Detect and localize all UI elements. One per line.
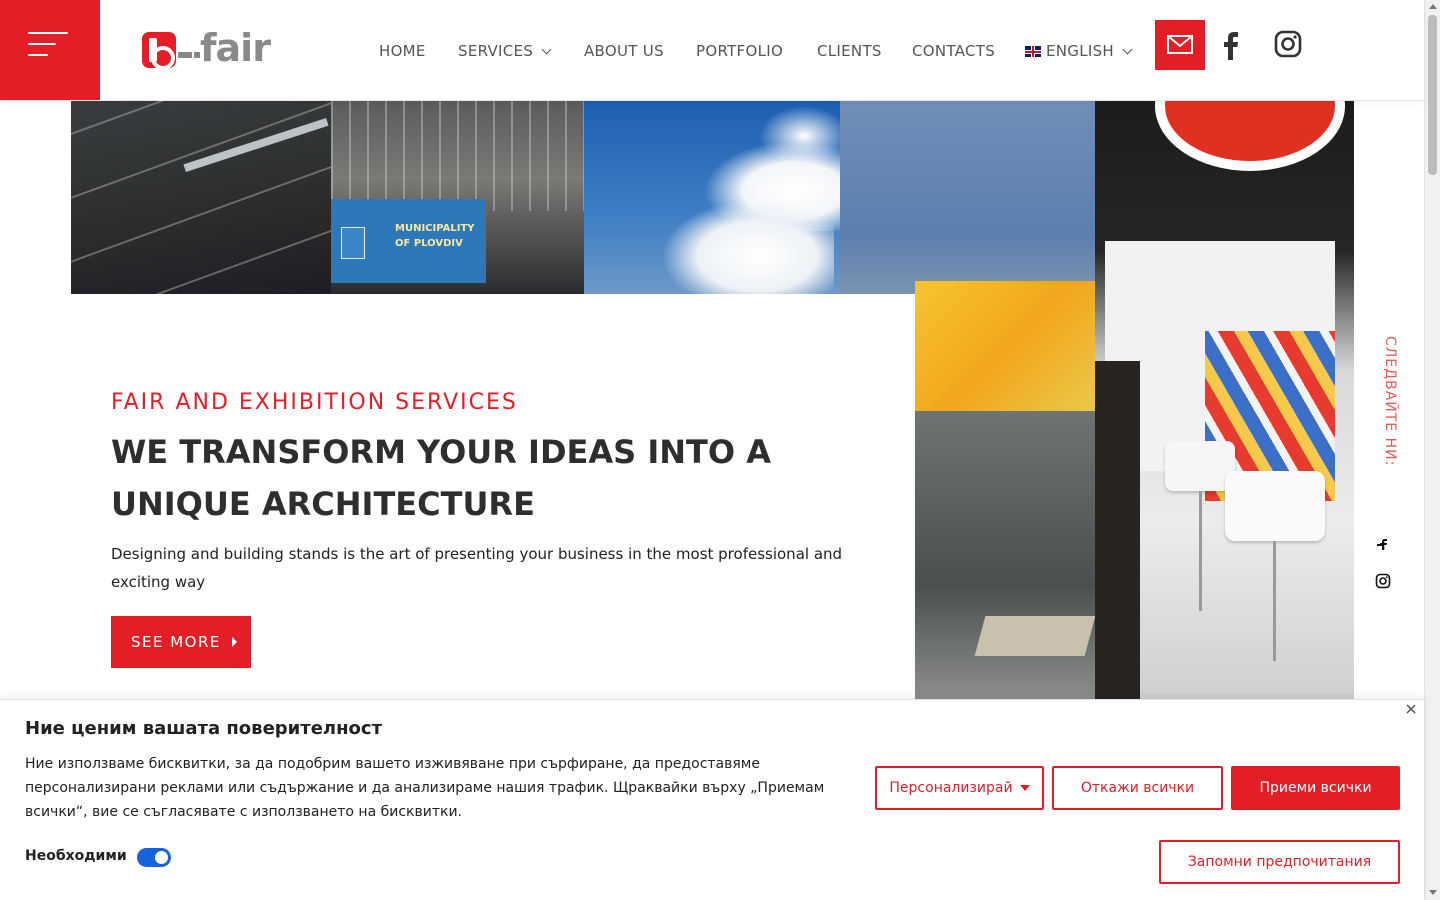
hero-image-exhibition-hall [71, 101, 331, 294]
logo-text: fair [200, 26, 271, 70]
logo-mark-icon [142, 32, 176, 70]
see-more-button[interactable]: SEE MORE [111, 616, 251, 668]
caret-down-icon [1019, 785, 1030, 791]
site-header: fair HOME SERVICES ABOUT US PORTFOLIO CL… [0, 0, 1424, 101]
red-sign [1155, 101, 1345, 171]
language-switcher[interactable]: ENGLISH [1025, 42, 1133, 60]
hero-kicker: FAIR AND EXHIBITION SERVICES [111, 390, 518, 415]
cookie-consent-banner: Ние ценим вашата поверителност Ние изпол… [0, 699, 1424, 900]
dark-column [1095, 361, 1140, 701]
reject-all-button[interactable]: Откажи всички [1052, 766, 1223, 810]
facebook-icon [1377, 539, 1387, 550]
nav-about-us[interactable]: ABOUT US [584, 42, 664, 60]
customize-button[interactable]: Персонализирай [875, 766, 1044, 810]
mail-icon [1167, 35, 1193, 54]
hero-image-sky [584, 101, 840, 294]
caret-right-icon [231, 637, 237, 647]
hamburger-icon [28, 32, 68, 34]
hero-title: WE TRANSFORM YOUR IDEAS INTO A UNIQUE AR… [111, 433, 771, 523]
cookie-title: Ние ценим вашата поверителност [25, 718, 383, 739]
language-label: ENGLISH [1046, 42, 1115, 60]
chevron-down-icon [541, 44, 552, 55]
page-scrollbar[interactable] [1424, 0, 1440, 900]
see-more-label: SEE MORE [131, 633, 221, 651]
chevron-down-icon [1122, 44, 1133, 55]
facebook-link[interactable] [1218, 28, 1244, 62]
accept-all-button[interactable]: Приеми всички [1231, 766, 1400, 810]
nav-home[interactable]: HOME [379, 42, 426, 60]
crest-icon [341, 227, 365, 259]
close-x-icon [1406, 704, 1416, 714]
truss-structure [331, 101, 584, 211]
nav-services-label: SERVICES [458, 42, 534, 60]
hamburger-icon-bar [28, 54, 48, 56]
necessary-cookies-toggle[interactable] [137, 848, 171, 867]
hero-card: FAIR AND EXHIBITION SERVICES WE TRANSFOR… [71, 294, 915, 701]
cloud [759, 106, 840, 166]
hero-description: Designing and building stands is the art… [111, 545, 843, 591]
mail-button[interactable] [1155, 20, 1205, 70]
stool-leg [1199, 491, 1202, 611]
scroll-thumb[interactable] [1428, 15, 1437, 175]
pallet [974, 616, 1095, 656]
side-facebook-link[interactable] [1375, 536, 1391, 552]
nav-clients[interactable]: CLIENTS [817, 42, 882, 60]
nav-contacts[interactable]: CONTACTS [912, 42, 995, 60]
hamburger-icon-bar [28, 43, 56, 45]
customize-label: Персонализирай [889, 780, 1013, 796]
municipality-sign: MUNICIPALITY OF PLOVDIV [331, 199, 486, 283]
cloud [664, 201, 834, 294]
facebook-icon [1224, 32, 1238, 60]
bar-stool [1225, 471, 1325, 541]
site-logo[interactable]: fair [142, 26, 271, 70]
side-instagram-link[interactable] [1375, 573, 1391, 589]
necessary-cookies-label: Необходими [25, 848, 127, 864]
uk-flag-icon [1025, 46, 1041, 57]
nav-services[interactable]: SERVICES [458, 42, 552, 60]
follow-us-label: СЛЕДВАЙТЕ НИ: [1382, 336, 1398, 467]
logo-dash [178, 52, 192, 58]
cookie-description: Ние използваме бисквитки, за да подобрим… [25, 756, 825, 820]
hero-image-municipality-stand: MUNICIPALITY OF PLOVDIV [331, 101, 584, 294]
toggle-knob [155, 851, 168, 864]
instagram-icon [1274, 30, 1302, 58]
glass-wall [915, 411, 1095, 701]
instagram-link[interactable] [1274, 30, 1302, 58]
scroll-down-arrow-icon[interactable] [1429, 890, 1437, 895]
scroll-up-arrow-icon[interactable] [1429, 4, 1437, 9]
instagram-icon [1375, 573, 1391, 589]
nav-portfolio[interactable]: PORTFOLIO [696, 42, 783, 60]
municipality-sign-text: MUNICIPALITY OF PLOVDIV [395, 223, 475, 249]
yellow-facade [915, 281, 1095, 411]
save-preferences-button[interactable]: Запомни предпочитания [1159, 840, 1400, 884]
hero-image-product-stand [1095, 101, 1354, 701]
hamburger-menu-button[interactable] [0, 0, 100, 100]
close-icon[interactable] [1403, 702, 1419, 718]
stool-leg [1273, 541, 1276, 661]
ceiling-light [183, 118, 329, 172]
